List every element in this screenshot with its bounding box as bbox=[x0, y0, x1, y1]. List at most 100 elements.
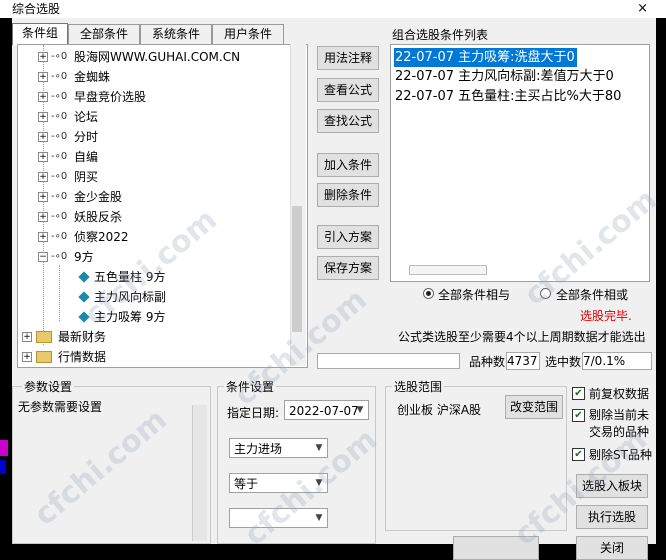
condition-list-item[interactable]: 22-07-07 主力吸筹:洗盘大于0 bbox=[394, 48, 577, 67]
chevron-down-icon[interactable]: ▼ bbox=[311, 509, 327, 527]
chevron-down-icon[interactable]: ▼ bbox=[311, 439, 327, 457]
formula-connector-icon: -∘0 bbox=[51, 91, 68, 102]
close-icon[interactable]: × bbox=[637, 0, 648, 18]
expand-icon[interactable]: + bbox=[38, 192, 48, 202]
params-title: 参数设置 bbox=[22, 378, 75, 395]
condition-gem-icon bbox=[78, 311, 90, 323]
condition-list[interactable]: 22-07-07 主力吸筹:洗盘大于0 22-07-07 主力风向标副:差值万大… bbox=[390, 44, 650, 282]
expand-icon[interactable]: + bbox=[22, 332, 32, 342]
date-picker[interactable]: 2022-07-07 ▼ bbox=[284, 400, 369, 420]
change-range-button[interactable]: 改变范围 bbox=[505, 395, 563, 419]
tree-item-label: 妖股反杀 bbox=[74, 210, 123, 224]
expand-icon[interactable]: + bbox=[38, 52, 48, 62]
find-formula-button[interactable]: 查找公式 bbox=[317, 109, 379, 133]
check-icon[interactable]: ✔ bbox=[572, 448, 585, 461]
usage-note-button[interactable]: 用法注释 bbox=[317, 46, 379, 70]
check-icon[interactable]: ✔ bbox=[572, 387, 585, 400]
condition-tree[interactable]: + -∘0 股海网WWW.GUHAI.COM.CN + -∘0 金蜘蛛 + -∘… bbox=[17, 44, 308, 368]
tree-folder-label: 最新财务 bbox=[58, 330, 107, 344]
status-note: 公式类选股至少需要4个以上周期数据才能选出 bbox=[398, 330, 646, 344]
add-condition-button[interactable]: 加入条件 bbox=[317, 153, 379, 177]
tree-child-label: 五色量柱 9方 bbox=[94, 270, 166, 284]
list-horizontal-scrollbar[interactable] bbox=[409, 265, 487, 275]
date-value: 2022-07-07 bbox=[289, 404, 359, 418]
tree-child-label: 主力吸筹 9方 bbox=[94, 310, 166, 324]
window-title: 综合选股 bbox=[12, 2, 61, 16]
tree-item-label: 金少金股 bbox=[74, 190, 123, 204]
bottom-button[interactable] bbox=[453, 536, 539, 560]
formula-connector-icon: -∘0 bbox=[51, 191, 68, 202]
operator-select[interactable]: 等于 ▼ bbox=[229, 473, 328, 493]
value-select[interactable]: ▼ bbox=[229, 508, 328, 528]
tab-condition-group[interactable]: 条件组 bbox=[12, 23, 68, 45]
close-button[interactable]: 关闭 bbox=[576, 536, 648, 560]
status-done: 选股完毕. bbox=[580, 309, 632, 323]
expand-icon[interactable]: + bbox=[38, 112, 48, 122]
condition-list-item[interactable]: 22-07-07 主力风向标副:差值万大于0 bbox=[395, 67, 614, 86]
delete-condition-button[interactable]: 删除条件 bbox=[317, 183, 379, 207]
selected-value: 7/0.1% bbox=[582, 352, 652, 370]
params-scrollbar[interactable] bbox=[192, 405, 207, 541]
save-plan-button[interactable]: 保存方案 bbox=[317, 256, 379, 280]
pre-adjust-label: 前复权数据 bbox=[589, 387, 650, 401]
condition-settings-title: 条件设置 bbox=[224, 378, 277, 395]
tree-folder-label: 行情数据 bbox=[58, 350, 107, 364]
count-value: 4737 bbox=[506, 352, 540, 370]
all-and-radio[interactable] bbox=[423, 288, 434, 299]
background-chart-edge bbox=[656, 18, 666, 544]
import-plan-button[interactable]: 引入方案 bbox=[317, 225, 379, 249]
range-value: 创业板 沪深A股 bbox=[397, 403, 482, 417]
tree-item-label: 侦察2022 bbox=[74, 230, 129, 244]
params-text: 无参数需要设置 bbox=[18, 400, 103, 414]
stock-screener-window: 综合选股 × 条件组 全部条件 系统条件 用户条件 + -∘0 股海网WWW.G… bbox=[0, 0, 666, 560]
progress-bar bbox=[317, 353, 460, 369]
folder-icon bbox=[36, 351, 52, 363]
collapse-icon[interactable]: − bbox=[38, 252, 48, 262]
tree-item-label: 股海网WWW.GUHAI.COM.CN bbox=[74, 50, 241, 64]
all-and-label: 全部条件相与 bbox=[438, 288, 511, 302]
expand-icon[interactable]: + bbox=[22, 352, 32, 362]
expand-icon[interactable]: + bbox=[38, 72, 48, 82]
tab-user-conditions[interactable]: 用户条件 bbox=[212, 24, 284, 44]
condition-list-item[interactable]: 22-07-07 五色量柱:主买占比%大于80 bbox=[395, 87, 621, 106]
background-chart-bar bbox=[0, 460, 6, 474]
condition-list-title: 组合选股条件列表 bbox=[392, 28, 489, 42]
select-to-board-button[interactable]: 选股入板块 bbox=[576, 474, 648, 498]
view-formula-button[interactable]: 查看公式 bbox=[317, 78, 379, 102]
tree-item-label: 自编 bbox=[74, 150, 99, 164]
operator-select-value: 等于 bbox=[234, 477, 259, 491]
expand-icon[interactable]: + bbox=[38, 212, 48, 222]
formula-connector-icon: -∘0 bbox=[51, 171, 68, 182]
tree-guide-line bbox=[59, 265, 60, 321]
tree-item-label: 分时 bbox=[74, 130, 99, 144]
exclude-st-label: 剔除ST品种 bbox=[589, 448, 652, 462]
execute-selection-button[interactable]: 执行选股 bbox=[576, 505, 648, 529]
chevron-down-icon[interactable]: ▼ bbox=[352, 401, 368, 419]
formula-connector-icon: -∘0 bbox=[51, 71, 68, 82]
title-bar: 综合选股 × bbox=[0, 0, 666, 18]
count-label: 品种数 bbox=[469, 355, 506, 369]
formula-connector-icon: -∘0 bbox=[51, 111, 68, 122]
tree-item-label: 金蜘蛛 bbox=[74, 70, 111, 84]
expand-icon[interactable]: + bbox=[38, 232, 48, 242]
check-icon[interactable]: ✔ bbox=[572, 409, 585, 422]
tab-all-conditions[interactable]: 全部条件 bbox=[68, 24, 140, 44]
tree-item-label: 阴买 bbox=[74, 170, 99, 184]
indicator-select-value: 主力进场 bbox=[234, 442, 283, 456]
expand-icon[interactable]: + bbox=[38, 132, 48, 142]
date-label: 指定日期: bbox=[227, 406, 280, 420]
range-title: 选股范围 bbox=[392, 378, 445, 395]
expand-icon[interactable]: + bbox=[38, 152, 48, 162]
chevron-down-icon[interactable]: ▼ bbox=[311, 474, 327, 492]
tree-scrollbar-thumb[interactable] bbox=[292, 206, 302, 332]
selected-label: 选中数 bbox=[545, 355, 582, 369]
exclude-untraded-label: 剔除当前未交易的品种 bbox=[589, 408, 650, 439]
expand-icon[interactable]: + bbox=[38, 172, 48, 182]
expand-icon[interactable]: + bbox=[38, 92, 48, 102]
indicator-select[interactable]: 主力进场 ▼ bbox=[229, 438, 328, 458]
tree-item-label: 论坛 bbox=[74, 110, 99, 124]
folder-icon bbox=[36, 331, 52, 343]
all-or-radio[interactable] bbox=[540, 288, 551, 299]
formula-connector-icon: -∘0 bbox=[51, 211, 68, 222]
tab-system-conditions[interactable]: 系统条件 bbox=[140, 24, 212, 44]
